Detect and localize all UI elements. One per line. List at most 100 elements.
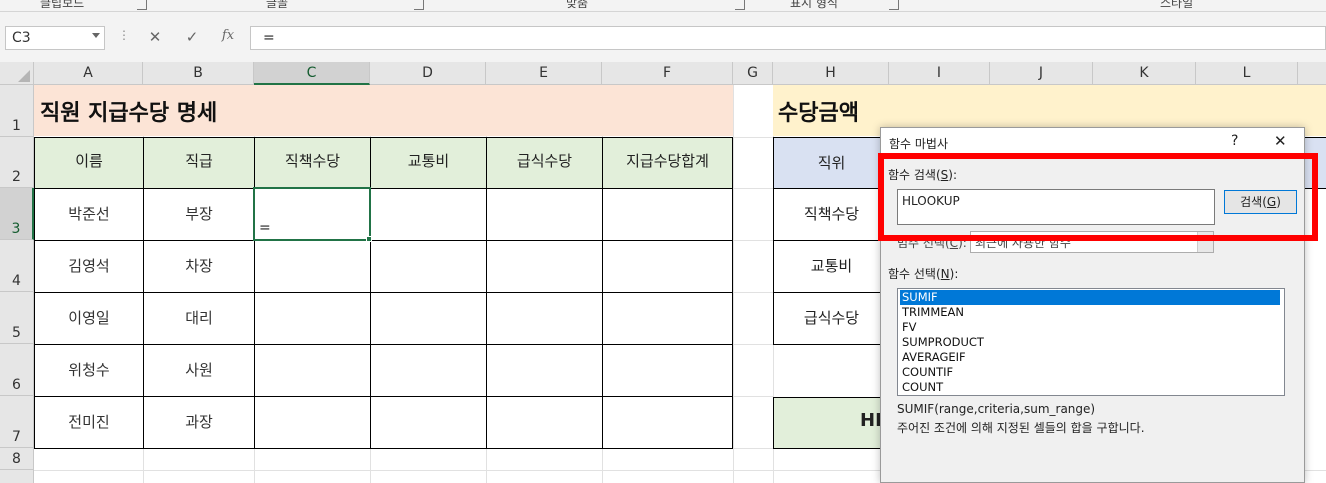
function-signature: SUMIF(range,criteria,sum_range) (897, 402, 1096, 416)
row-header-6[interactable]: 6 (0, 344, 34, 396)
row-header-4[interactable]: 4 (0, 240, 34, 292)
table-cell[interactable] (602, 292, 733, 345)
row-header-1[interactable]: 1 (0, 85, 34, 137)
function-list[interactable]: SUMIF TRIMMEAN FV SUMPRODUCT AVERAGEIF C… (897, 288, 1285, 396)
number-launcher-icon[interactable] (889, 0, 899, 10)
column-header-h[interactable]: H (773, 62, 889, 85)
table-cell[interactable] (370, 292, 487, 345)
column-header-f[interactable]: F (602, 62, 733, 85)
cancel-icon[interactable]: ✕ (145, 28, 165, 46)
fill-handle[interactable] (366, 236, 372, 242)
enter-icon[interactable]: ✓ (182, 28, 202, 46)
row-header-3[interactable]: 3 (0, 188, 34, 240)
column-header-b[interactable]: B (143, 62, 254, 85)
chevron-down-icon[interactable] (92, 33, 100, 38)
table-cell[interactable] (254, 396, 371, 449)
list-item[interactable]: TRIMMEAN (900, 305, 1282, 320)
column-header-g[interactable]: G (733, 62, 773, 85)
formula-input[interactable]: = (250, 26, 1326, 50)
gridline (733, 396, 773, 397)
row-header-9[interactable] (0, 470, 34, 483)
row-header-7[interactable]: 7 (0, 396, 34, 448)
row-header-8[interactable]: 8 (0, 448, 34, 470)
table-cell[interactable] (370, 396, 487, 449)
table-cell[interactable] (254, 292, 371, 345)
cell-rank[interactable]: 사원 (143, 344, 255, 397)
cell-rank[interactable]: 부장 (143, 188, 255, 241)
name-box[interactable]: C3 (5, 26, 105, 50)
column-header-a[interactable]: A (34, 62, 143, 85)
sheet-title: 직원 지급수당 명세 (40, 101, 218, 126)
table-cell[interactable] (486, 344, 603, 397)
gridline (733, 85, 734, 483)
header-transport[interactable]: 교통비 (370, 137, 487, 189)
table-cell[interactable] (254, 344, 371, 397)
column-header-d[interactable]: D (370, 62, 486, 85)
allowance-item[interactable]: 교통비 (773, 240, 890, 293)
table-cell[interactable] (486, 396, 603, 449)
alignment-launcher-icon[interactable] (735, 0, 745, 10)
table-cell[interactable] (602, 188, 733, 241)
more-options-icon[interactable]: ⋮ (118, 28, 130, 42)
active-cell-value: = (259, 220, 271, 236)
table-cell[interactable] (602, 240, 733, 293)
cell-name[interactable]: 위청수 (34, 344, 144, 397)
list-item[interactable]: COUNT (900, 380, 1282, 395)
allowance-title: 수당금액 (778, 101, 859, 126)
cell-name[interactable]: 전미진 (34, 396, 144, 449)
cell-name[interactable]: 이영일 (34, 292, 144, 345)
table-cell[interactable] (254, 240, 371, 293)
list-item[interactable]: COUNTIF (900, 365, 1282, 380)
list-item[interactable]: FV (900, 320, 1282, 335)
allowance-footer-label: HI (860, 410, 882, 431)
function-description: 주어진 조건에 의해 지정된 셀들의 합을 구합니다. (897, 421, 1145, 435)
column-header-m[interactable] (1298, 62, 1326, 85)
header-total[interactable]: 지급수당합계 (602, 137, 733, 189)
cell-rank[interactable]: 과장 (143, 396, 255, 449)
table-cell[interactable] (486, 240, 603, 293)
table-cell[interactable] (486, 188, 603, 241)
header-meal-allowance[interactable]: 급식수당 (486, 137, 603, 189)
close-icon[interactable]: ✕ (1274, 132, 1287, 150)
table-cell[interactable] (602, 344, 733, 397)
ribbon-group-styles: 스타일 (1160, 0, 1194, 10)
font-launcher-icon[interactable] (414, 0, 424, 10)
highlight-box (878, 153, 1318, 241)
list-item[interactable]: SUMPRODUCT (900, 335, 1282, 350)
table-cell[interactable] (486, 292, 603, 345)
allowance-item[interactable]: 직책수당 (773, 188, 890, 241)
list-item[interactable]: SUMIF (900, 290, 1280, 305)
dialog-title: 함수 마법사 (889, 137, 949, 151)
gridline (733, 188, 773, 189)
row-header-2[interactable]: 2 (0, 137, 34, 188)
column-header-e[interactable]: E (486, 62, 602, 85)
cell-rank[interactable]: 대리 (143, 292, 255, 345)
list-item[interactable]: AVERAGEIF (900, 350, 1282, 365)
clipboard-launcher-icon[interactable] (137, 0, 147, 10)
allowance-header-position[interactable]: 직위 (773, 137, 890, 189)
column-header-l[interactable]: L (1196, 62, 1298, 85)
table-cell[interactable] (370, 240, 487, 293)
list-scrollbar[interactable] (1284, 290, 1285, 394)
gridline (733, 240, 773, 241)
table-cell[interactable] (370, 344, 487, 397)
active-cell[interactable]: = (253, 187, 371, 241)
header-name[interactable]: 이름 (34, 137, 144, 189)
ribbon-group-number: 표시 형식 (790, 0, 838, 10)
header-position-allowance[interactable]: 직책수당 (254, 137, 371, 189)
allowance-item[interactable]: 급식수당 (773, 292, 890, 345)
row-header-5[interactable]: 5 (0, 292, 34, 344)
header-rank[interactable]: 직급 (143, 137, 255, 189)
gridline (733, 344, 773, 345)
cell-name[interactable]: 박준선 (34, 188, 144, 241)
cell-name[interactable]: 김영석 (34, 240, 144, 293)
cell-rank[interactable]: 차장 (143, 240, 255, 293)
help-icon[interactable]: ? (1231, 133, 1238, 149)
column-header-j[interactable]: J (990, 62, 1093, 85)
column-header-k[interactable]: K (1093, 62, 1196, 85)
table-cell[interactable] (602, 396, 733, 449)
table-cell[interactable] (370, 188, 487, 241)
column-header-c[interactable]: C (254, 62, 370, 85)
insert-function-icon[interactable]: fx (218, 28, 238, 43)
column-header-i[interactable]: I (889, 62, 990, 85)
